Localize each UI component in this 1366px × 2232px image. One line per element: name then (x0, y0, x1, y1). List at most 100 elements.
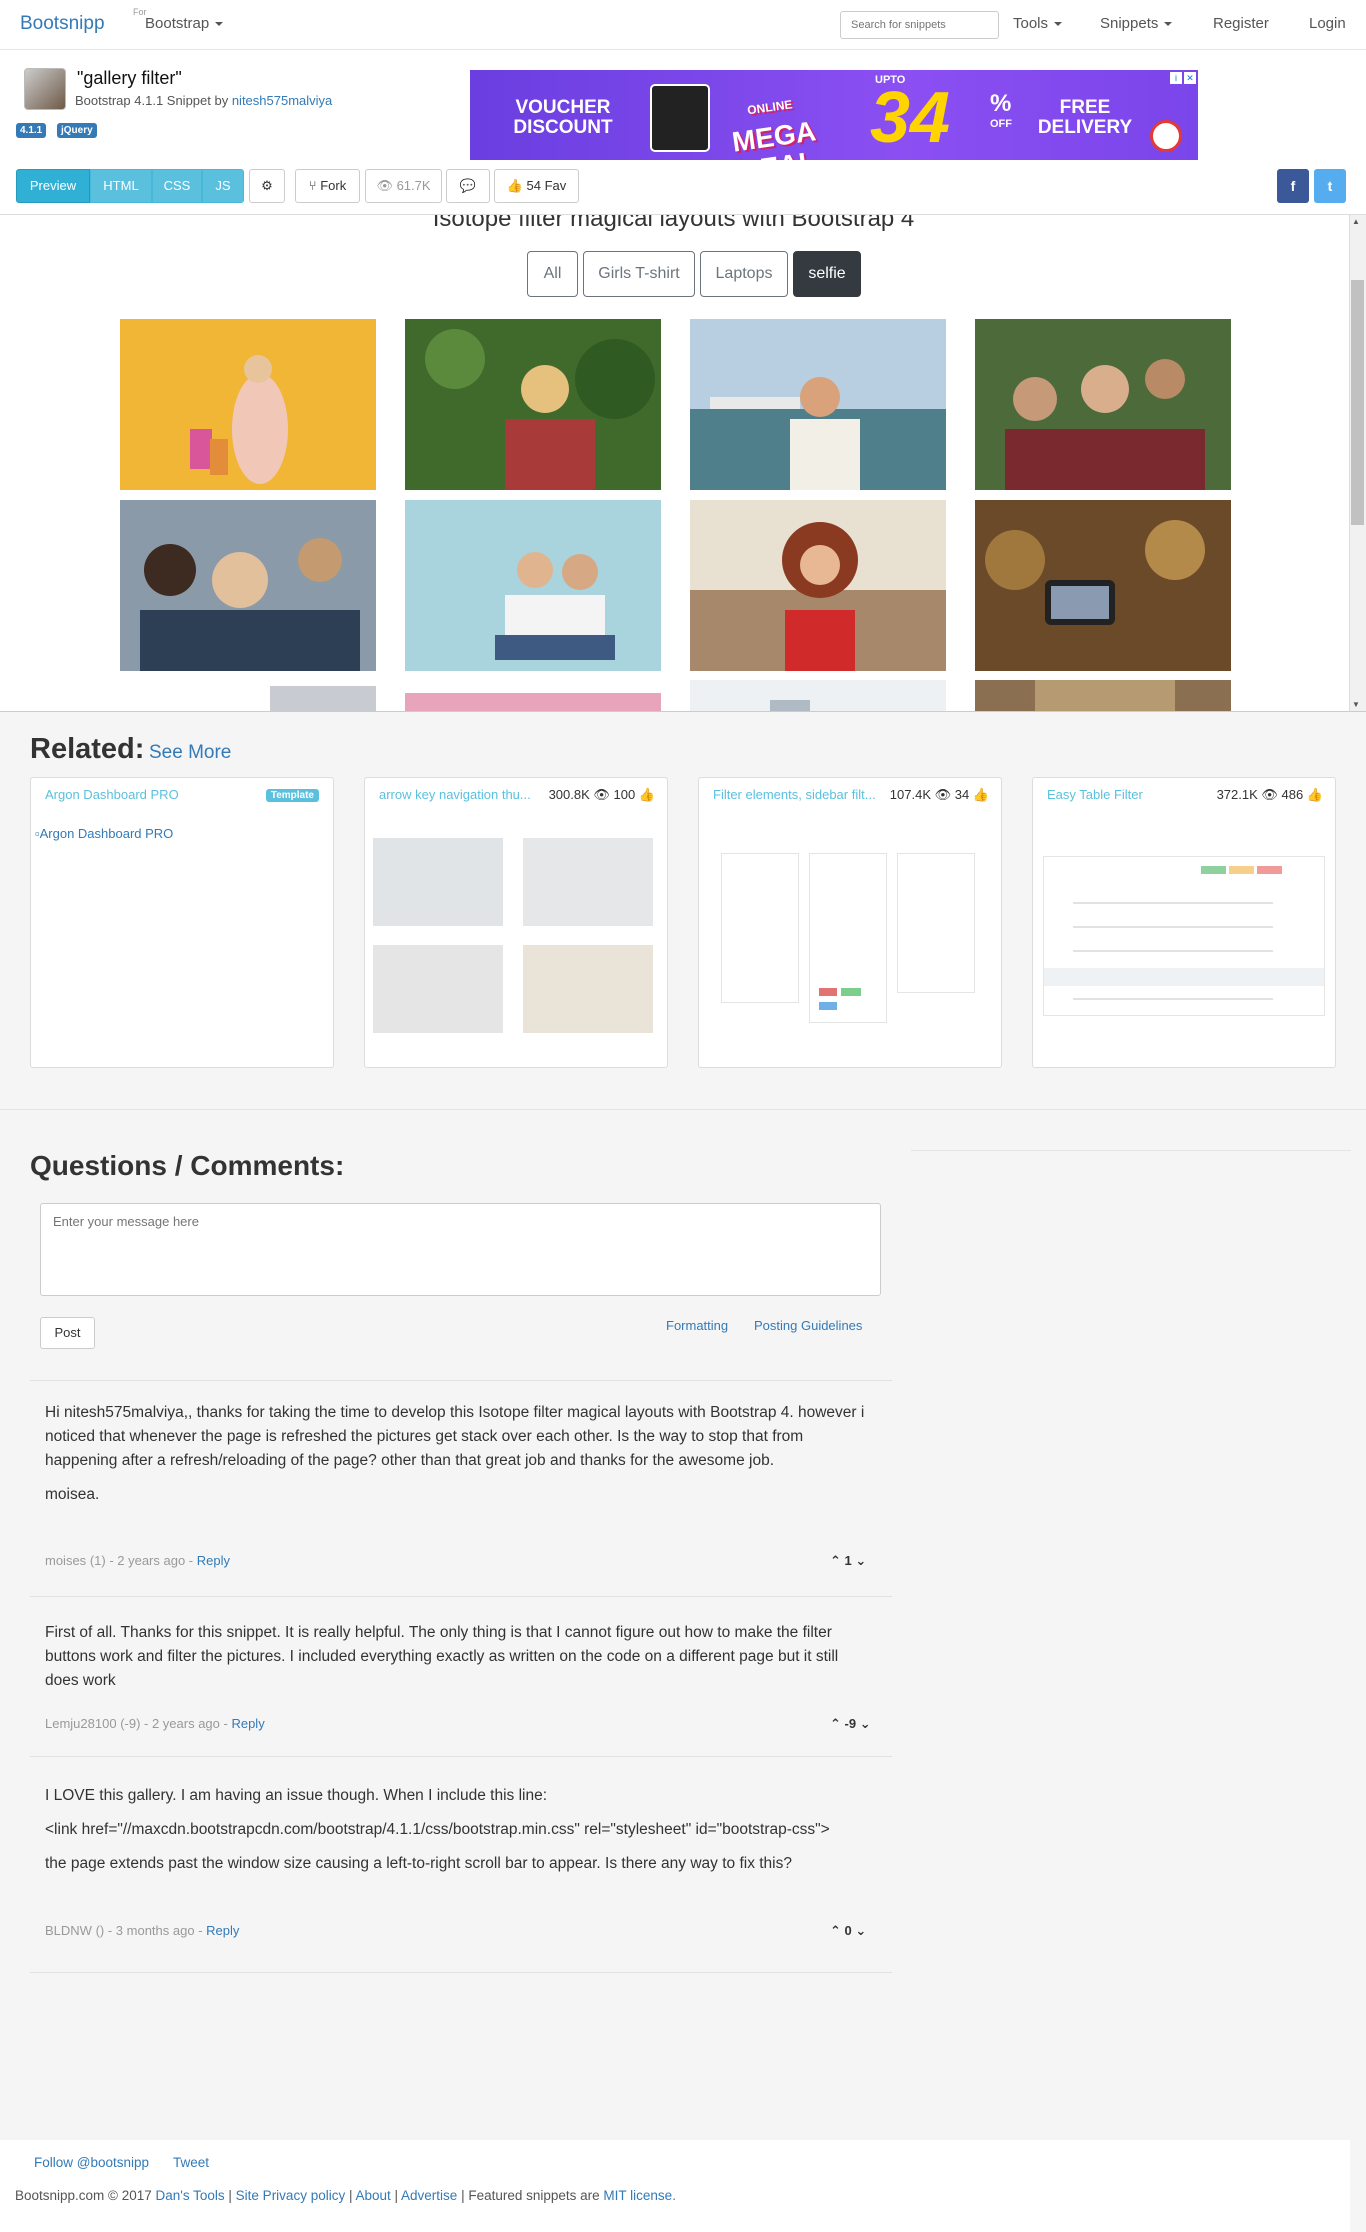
ad-close-icon[interactable]: ✕ (1184, 72, 1196, 84)
framework-dropdown[interactable]: Bootstrap (145, 15, 224, 32)
tab-html[interactable]: HTML (90, 169, 152, 203)
reply-link[interactable]: Reply (197, 1553, 230, 1568)
comment-body: Hi nitesh575malviya,, thanks for taking … (45, 1401, 875, 1517)
posting-guidelines-link[interactable]: Posting Guidelines (754, 1318, 862, 1333)
formatting-link[interactable]: Formatting (666, 1318, 728, 1333)
comment-votes: ⌃ -9 ⌄ (830, 1716, 871, 1732)
snippet-preview-frame[interactable]: Isotope filter magical layouts with Boot… (0, 215, 1366, 712)
fork-button[interactable]: ⑂ Fork (295, 169, 360, 203)
downvote-icon[interactable]: ⌄ (855, 1553, 866, 1568)
follow-link[interactable]: Follow @bootsnipp (34, 2155, 149, 2170)
settings-button[interactable]: ⚙ (249, 169, 285, 203)
comment-textarea[interactable] (40, 1203, 881, 1296)
brand-link[interactable]: Bootsnipp (20, 13, 105, 35)
related-card[interactable]: arrow key navigation thu... 300.8K 👁 100… (364, 777, 668, 1068)
footer-link-dans-tools[interactable]: Dan's Tools (156, 2188, 225, 2203)
comment-user[interactable]: Lemju28100 (45, 1716, 117, 1731)
ad-info-icon[interactable]: i (1170, 72, 1182, 84)
gallery-image[interactable] (405, 693, 661, 711)
comment-meta: Lemju28100 (-9) - 2 years ago - Reply (45, 1716, 265, 1731)
views-button[interactable]: 👁 61.7K (365, 169, 442, 203)
broken-image-alt[interactable]: ▫Argon Dashboard PRO (35, 826, 173, 841)
comment-user[interactable]: BLDNW (45, 1923, 92, 1938)
comment-meta: moises (1) - 2 years ago - Reply (45, 1553, 230, 1568)
thumbnail-image (523, 838, 653, 926)
comment-votes: ⌃ 0 ⌄ (830, 1923, 866, 1939)
downvote-icon[interactable]: ⌄ (860, 1716, 871, 1731)
facebook-share-button[interactable]: f (1277, 169, 1309, 203)
scroll-down-icon[interactable]: ▼ (1352, 700, 1360, 709)
footer-link-privacy[interactable]: Site Privacy policy (236, 2188, 346, 2203)
comment-divider (30, 1596, 892, 1597)
eye-icon: 👁 (376, 178, 397, 193)
footer-link-advertise[interactable]: Advertise (401, 2188, 457, 2203)
gallery-image[interactable] (690, 500, 946, 671)
gallery-image[interactable] (405, 500, 661, 671)
snippets-dropdown[interactable]: Snippets (1100, 15, 1173, 32)
fav-button[interactable]: 👍 54 Fav (494, 169, 579, 203)
tab-css[interactable]: CSS (152, 169, 202, 203)
post-button[interactable]: Post (40, 1317, 95, 1349)
fork-label: Fork (320, 178, 347, 193)
footer-link-about[interactable]: About (355, 2188, 390, 2203)
related-card[interactable]: Filter elements, sidebar filt... 107.4K … (698, 777, 1002, 1068)
search-input[interactable] (840, 11, 999, 39)
gallery-image[interactable] (690, 680, 946, 711)
gallery-image[interactable] (120, 319, 376, 490)
author-link[interactable]: nitesh575malviya (232, 93, 332, 108)
tab-js[interactable]: JS (202, 169, 244, 203)
filter-selfie-button[interactable]: selfie (793, 251, 861, 297)
comment-meta: BLDNW () - 3 months ago - Reply (45, 1923, 239, 1938)
mit-license-link[interactable]: MIT license. (603, 2188, 676, 2203)
related-card-title[interactable]: arrow key navigation thu... (379, 787, 539, 802)
ad-banner[interactable]: VOUCHER DISCOUNT ONLINEMEGADEAL UPTO 34 … (470, 70, 1198, 160)
comment-time: - 2 years ago - (140, 1716, 232, 1731)
comment-body: First of all. Thanks for this snippet. I… (45, 1621, 875, 1703)
gallery-image[interactable] (690, 319, 946, 490)
related-card-title[interactable]: Argon Dashboard PRO (45, 787, 179, 802)
comment-text: Hi nitesh575malviya,, thanks for taking … (45, 1404, 865, 1469)
see-more-link[interactable]: See More (149, 742, 231, 764)
filter-laptops-button[interactable]: Laptops (700, 251, 788, 297)
snippet-title: "gallery filter" (77, 68, 182, 88)
upvote-icon[interactable]: ⌃ (830, 1923, 841, 1938)
footer (0, 2140, 1350, 2232)
upvote-icon[interactable]: ⌃ (830, 1716, 841, 1731)
gallery-image[interactable] (405, 319, 661, 490)
reply-link[interactable]: Reply (206, 1923, 239, 1938)
filter-all-button[interactable]: All (527, 251, 578, 297)
thumbnail-image (373, 838, 503, 926)
thumbnail-table (1043, 856, 1325, 1016)
upvote-icon[interactable]: ⌃ (830, 1553, 841, 1568)
gallery-image[interactable] (975, 680, 1231, 711)
preview-scrollbar-thumb[interactable] (1351, 280, 1364, 525)
login-link[interactable]: Login (1309, 15, 1346, 32)
related-card[interactable]: Argon Dashboard PRO Template ▫Argon Dash… (30, 777, 334, 1068)
register-link[interactable]: Register (1213, 15, 1269, 32)
tab-preview[interactable]: Preview (16, 169, 90, 203)
author-avatar[interactable] (24, 68, 66, 110)
tools-dropdown[interactable]: Tools (1013, 15, 1063, 32)
related-card-stats: 372.1K 👁 486 👍 (1216, 787, 1323, 802)
snippets-label: Snippets (1100, 15, 1159, 32)
related-card-title[interactable]: Easy Table Filter (1047, 787, 1187, 802)
related-card-title[interactable]: Filter elements, sidebar filt... (713, 787, 883, 802)
related-card[interactable]: Easy Table Filter 372.1K 👁 486 👍 (1032, 777, 1336, 1068)
twitter-share-button[interactable]: t (1314, 169, 1346, 203)
comment-text: <link href="//maxcdn.bootstrapcdn.com/bo… (45, 1821, 830, 1838)
scroll-up-icon[interactable]: ▲ (1352, 217, 1360, 226)
filter-girls-tshirt-button[interactable]: Girls T-shirt (583, 251, 695, 297)
section-divider (0, 1109, 1366, 1110)
gallery-image[interactable] (975, 319, 1231, 490)
gallery-image[interactable] (975, 500, 1231, 671)
downvote-icon[interactable]: ⌄ (855, 1923, 866, 1938)
reply-link[interactable]: Reply (231, 1716, 264, 1731)
thumbnail-row (1073, 926, 1273, 928)
gallery-image[interactable] (120, 680, 376, 711)
comment-user[interactable]: moises (45, 1553, 86, 1568)
comments-button[interactable]: 💬 (446, 169, 490, 203)
comments-heading: Questions / Comments: (30, 1150, 345, 1181)
comment-divider (30, 1756, 892, 1757)
tweet-link[interactable]: Tweet (173, 2155, 209, 2170)
gallery-image[interactable] (120, 500, 376, 671)
